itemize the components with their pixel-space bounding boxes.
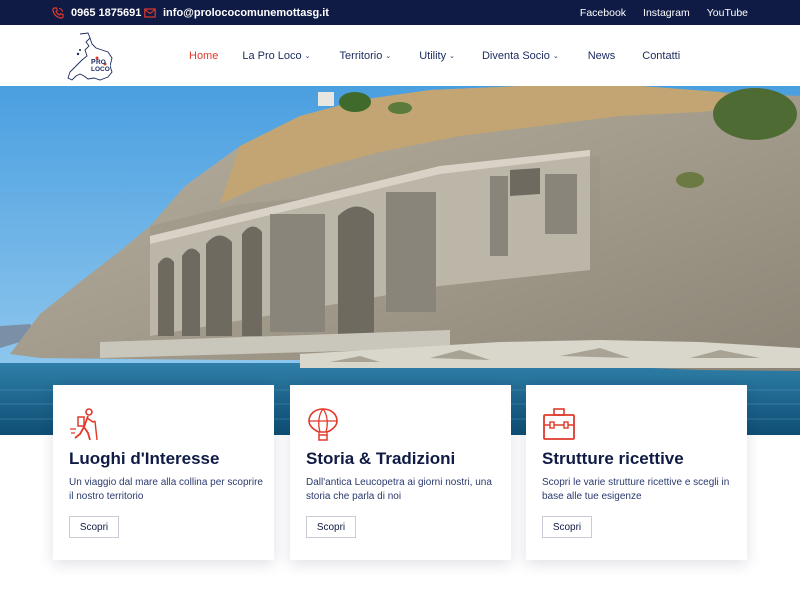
nav-label: Contatti bbox=[642, 49, 681, 62]
phone-contact[interactable]: 0965 1875691 bbox=[52, 0, 141, 25]
social-links: Facebook Instagram YouTube bbox=[580, 0, 748, 25]
youtube-link[interactable]: YouTube bbox=[707, 7, 748, 19]
nav-label: Territorio bbox=[339, 49, 383, 62]
coastal-cliff-image bbox=[0, 86, 800, 435]
card-strutture-ricettive: Strutture ricettive Scopri le varie stru… bbox=[526, 385, 747, 560]
card-title: Storia & Tradizioni bbox=[306, 449, 456, 468]
nav-label: Utility bbox=[419, 49, 447, 62]
nav-home[interactable]: Home bbox=[189, 50, 218, 62]
nav-news[interactable]: News bbox=[588, 50, 616, 62]
card-title: Strutture ricettive bbox=[542, 449, 684, 468]
nav-contatti[interactable]: Contatti bbox=[642, 50, 680, 62]
nav-la-pro-loco[interactable]: La Pro Loco ⌄ bbox=[242, 50, 310, 62]
nav-label: News bbox=[587, 49, 616, 62]
site-header: P RO LOCO Home La Pro Loco ⌄ Territorio … bbox=[0, 25, 800, 86]
facebook-link[interactable]: Facebook bbox=[580, 7, 626, 19]
hot-air-balloon-icon bbox=[306, 407, 338, 441]
nav-diventa-socio[interactable]: Diventa Socio ⌄ bbox=[482, 50, 559, 62]
card-text: Un viaggio dal mare alla collina per sco… bbox=[69, 477, 263, 502]
card-storia-tradizioni: Storia & Tradizioni Dall'antica Leucopet… bbox=[290, 385, 511, 560]
main-nav: Home La Pro Loco ⌄ Territorio ⌄ Utility … bbox=[189, 25, 680, 86]
phone-icon bbox=[52, 6, 64, 19]
scopri-button[interactable]: Scopri bbox=[306, 516, 356, 538]
card-title: Luoghi d'Interesse bbox=[69, 449, 220, 468]
chevron-down-icon: ⌄ bbox=[304, 53, 311, 60]
nav-utility[interactable]: Utility ⌄ bbox=[419, 50, 455, 62]
card-text: Dall'antica Leucopetra ai giorni nostri,… bbox=[306, 477, 492, 502]
svg-text:LOCO: LOCO bbox=[91, 66, 110, 73]
top-bar: 0965 1875691 info@prolococomunemottasg.i… bbox=[0, 0, 800, 25]
chevron-down-icon: ⌄ bbox=[552, 53, 559, 60]
chevron-down-icon: ⌄ bbox=[385, 53, 392, 60]
hero-image bbox=[0, 86, 800, 435]
nav-label: Home bbox=[189, 49, 219, 62]
mail-icon bbox=[144, 7, 156, 19]
card-luoghi-interesse: Luoghi d'Interesse Un viaggio dal mare a… bbox=[53, 385, 274, 560]
instagram-link[interactable]: Instagram bbox=[643, 7, 690, 19]
scopri-button[interactable]: Scopri bbox=[69, 516, 119, 538]
phone-number[interactable]: 0965 1875691 bbox=[71, 7, 141, 19]
chevron-down-icon: ⌄ bbox=[449, 53, 455, 60]
email-address[interactable]: info@prolococomunemottasg.it bbox=[163, 7, 329, 19]
pro-loco-logo[interactable]: P RO LOCO bbox=[66, 30, 114, 82]
nav-label: Diventa Socio bbox=[481, 49, 550, 62]
email-contact[interactable]: info@prolococomunemottasg.it bbox=[144, 0, 329, 25]
card-text: Scopri le varie strutture ricettive e sc… bbox=[542, 477, 730, 502]
svg-text:RO: RO bbox=[96, 59, 106, 66]
hiker-icon bbox=[69, 407, 101, 441]
suitcase-icon bbox=[542, 407, 575, 441]
scopri-button[interactable]: Scopri bbox=[542, 516, 592, 538]
nav-label: La Pro Loco bbox=[242, 49, 302, 62]
nav-territorio[interactable]: Territorio ⌄ bbox=[340, 50, 392, 62]
